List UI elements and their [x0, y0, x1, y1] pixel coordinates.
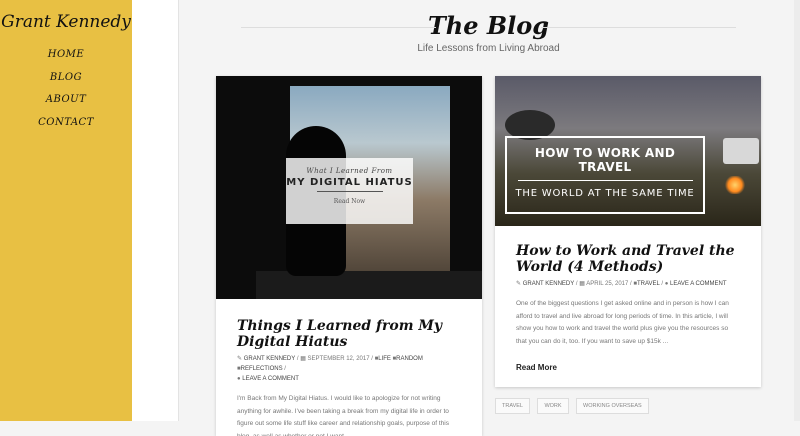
comment-link[interactable]: LEAVE A COMMENT	[242, 376, 299, 382]
nav-contact[interactable]: CONTACT	[0, 112, 132, 135]
page-title: The Blog	[427, 11, 550, 40]
overlay-kicker: What I Learned From	[306, 167, 393, 175]
comment-icon: ●	[237, 376, 241, 382]
sidebar-gutter	[132, 0, 179, 421]
category-link[interactable]: RANDOM	[396, 356, 423, 362]
post-excerpt: One of the biggest questions I get asked…	[516, 300, 729, 345]
tag-list: TRAVEL WORK WORKING OVERSEAS	[495, 394, 652, 414]
post-author[interactable]: GRANT KENNEDY	[523, 281, 574, 287]
post-excerpt: I'm Back from My Digital Hiatus. I would…	[237, 395, 449, 436]
overlay-line-2: THE WORLD AT THE SAME TIME	[515, 188, 695, 199]
tag-work[interactable]: WORK	[537, 398, 569, 414]
sidebar: Grant Kennedy HOME BLOG ABOUT CONTACT	[0, 0, 132, 421]
post-author[interactable]: GRANT KENNEDY	[244, 356, 295, 362]
overlay-line-1: HOW TO WORK AND TRAVEL	[534, 146, 676, 174]
main-nav: HOME BLOG ABOUT CONTACT	[0, 44, 132, 134]
post-date: SEPTEMBER 12, 2017	[307, 356, 370, 362]
calendar-icon: ▦	[579, 281, 585, 287]
nav-about[interactable]: ABOUT	[0, 89, 132, 112]
category-link[interactable]: REFLECTIONS	[241, 366, 283, 372]
main-content: The Blog Life Lessons from Living Abroad…	[179, 0, 800, 436]
image-overlay: HOW TO WORK AND TRAVEL THE WORLD AT THE …	[505, 136, 705, 214]
blog-heading: The Blog Life Lessons from Living Abroad	[241, 10, 736, 54]
site-title[interactable]: Grant Kennedy	[0, 12, 132, 32]
calendar-icon: ▦	[300, 356, 306, 362]
post-title[interactable]: How to Work and Travel the World (4 Meth…	[516, 243, 740, 275]
nav-home[interactable]: HOME	[0, 44, 132, 67]
comment-icon: ●	[664, 281, 669, 287]
nav-blog[interactable]: BLOG	[0, 67, 132, 90]
read-more-link[interactable]: Read More	[516, 363, 740, 372]
overlay-title: MY DIGITAL HIATUS	[286, 177, 413, 188]
car	[723, 138, 759, 164]
post-meta: ✎ GRANT KENNEDY / ▦ SEPTEMBER 12, 2017 /…	[237, 356, 423, 382]
post-date: APRIL 25, 2017	[586, 281, 629, 287]
campfire	[725, 176, 745, 194]
overlay-read-now[interactable]: Read Now	[286, 198, 413, 205]
post-body: How to Work and Travel the World (4 Meth…	[495, 226, 761, 372]
post-title[interactable]: Things I Learned from My Digital Hiatus	[237, 318, 461, 350]
pencil-icon: ✎	[237, 356, 243, 362]
post-image[interactable]: HOW TO WORK AND TRAVEL THE WORLD AT THE …	[495, 76, 761, 226]
post-card: What I Learned From MY DIGITAL HIATUS Re…	[216, 76, 482, 436]
heading-divider-left	[241, 27, 436, 28]
overlay-rule	[517, 180, 693, 181]
post-meta: ✎ GRANT KENNEDY / ▦ APRIL 25, 2017 / ■TR…	[516, 281, 727, 287]
image-overlay: What I Learned From MY DIGITAL HIATUS Re…	[286, 158, 413, 224]
post-body: Things I Learned from My Digital Hiatus …	[216, 299, 482, 436]
overlay-rule	[316, 191, 383, 192]
pencil-icon: ✎	[516, 281, 522, 287]
comment-link[interactable]: LEAVE A COMMENT	[670, 281, 727, 287]
page-subtitle: Life Lessons from Living Abroad	[417, 43, 560, 54]
window-ledge	[256, 271, 482, 299]
heading-divider-right	[541, 27, 736, 28]
tag-working-overseas[interactable]: WORKING OVERSEAS	[576, 398, 649, 414]
post-card: HOW TO WORK AND TRAVEL THE WORLD AT THE …	[495, 76, 761, 387]
category-link[interactable]: LIFE	[378, 356, 391, 362]
post-image[interactable]: What I Learned From MY DIGITAL HIATUS Re…	[216, 76, 482, 299]
scrollbar[interactable]	[794, 0, 800, 421]
category-link[interactable]: TRAVEL	[637, 281, 660, 287]
tag-travel[interactable]: TRAVEL	[495, 398, 530, 414]
